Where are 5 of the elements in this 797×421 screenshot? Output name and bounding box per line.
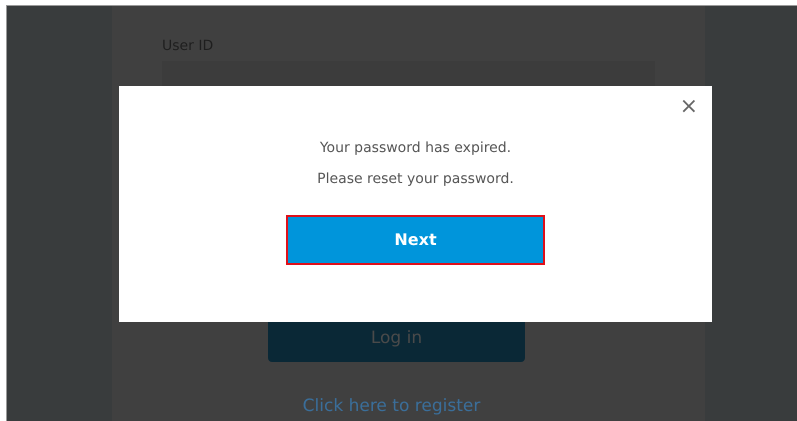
dialog-message: Your password has expired. [320, 139, 512, 158]
register-link[interactable]: Click here to register [302, 394, 480, 420]
next-button[interactable]: Next [286, 215, 545, 265]
close-button[interactable]: × [680, 96, 698, 118]
dialog-message: Please reset your password. [317, 170, 514, 189]
